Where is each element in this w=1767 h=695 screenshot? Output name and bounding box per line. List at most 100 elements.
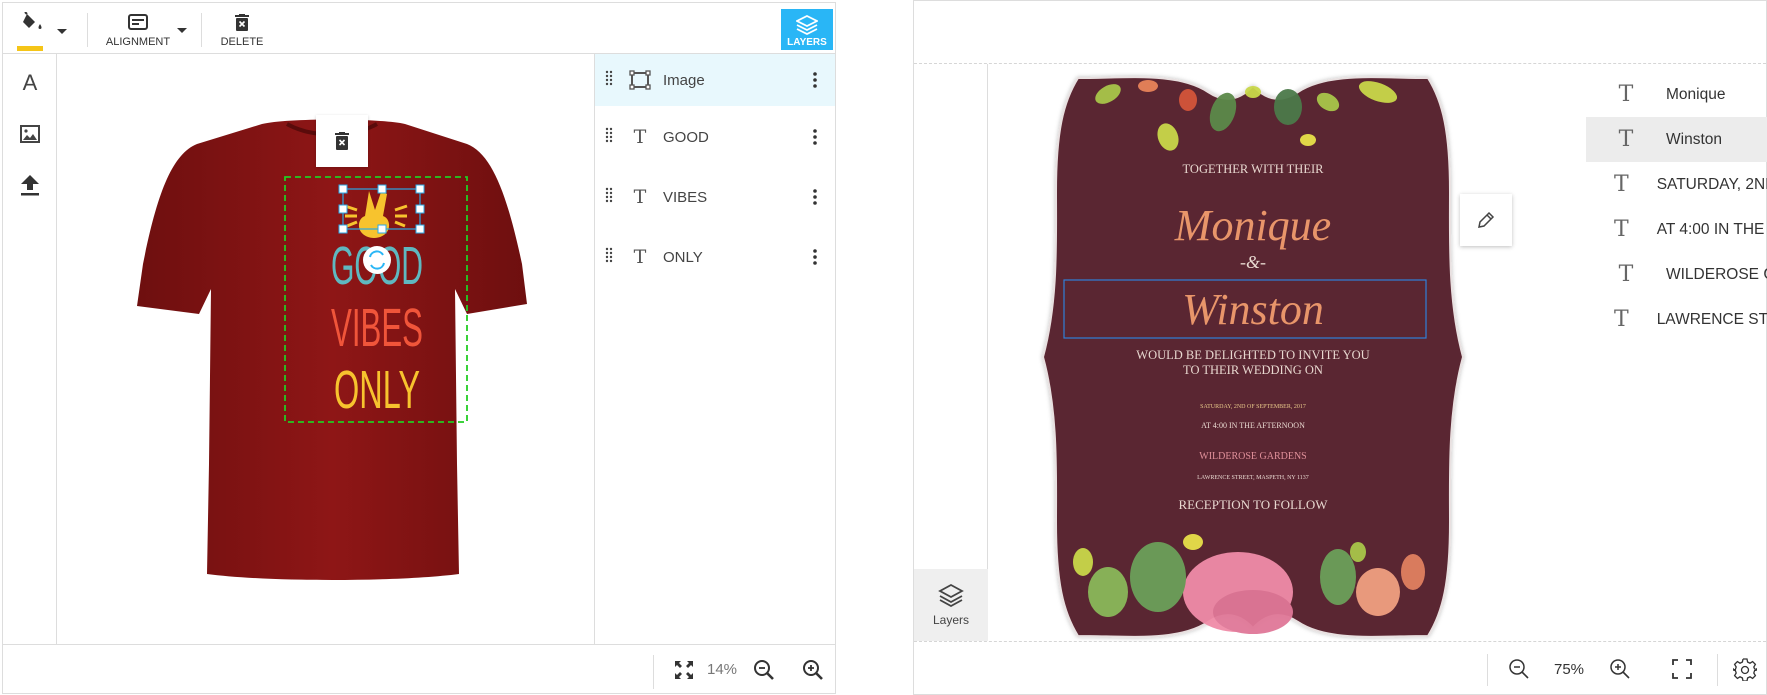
fill-color-swatch [17, 46, 43, 51]
zoom-out-button[interactable] [1506, 656, 1532, 682]
upload-button[interactable] [15, 170, 45, 200]
delete-label: DELETE [220, 36, 264, 48]
text-layer-icon: T [1618, 262, 1634, 287]
text-layer-icon: T [1614, 217, 1629, 242]
design-text-only: ONLY [334, 360, 420, 420]
image-icon [20, 125, 40, 143]
design-canvas[interactable]: TOGETHER WITH THEIR Monique -&- Winston … [988, 64, 1767, 641]
layer-row[interactable]: T Winston [1586, 117, 1767, 162]
layers-button[interactable]: Layers [914, 569, 988, 641]
alignment-button[interactable]: ALIGNMENT [103, 11, 187, 49]
card-text-invite-2: TO THEIR WEDDING ON [1183, 363, 1323, 377]
layer-row[interactable]: T AT 4:00 IN THE AFTERNO [1586, 207, 1767, 252]
divider [653, 655, 654, 689]
gear-icon [1733, 658, 1757, 681]
rotate-handle [363, 246, 391, 274]
trash-icon [335, 132, 349, 150]
layer-name: Winston [1666, 130, 1722, 148]
card-text-intro: TOGETHER WITH THEIR [1183, 162, 1325, 176]
divider [1487, 654, 1488, 686]
layer-row[interactable]: T Monique [1586, 72, 1767, 117]
drag-handle-icon[interactable] [605, 70, 615, 91]
more-options-icon[interactable] [805, 72, 825, 88]
text-layer-icon: T [1618, 127, 1634, 152]
layer-name: SATURDAY, 2ND OF SEPT [1656, 175, 1767, 193]
fullscreen-icon [1672, 659, 1692, 679]
layer-name: VIBES [663, 188, 708, 206]
toolbar: ALIGNMENT DELETE LAYERS [3, 3, 835, 54]
design-text-vibes: VIBES [331, 298, 423, 358]
more-options-icon[interactable] [805, 249, 825, 265]
fill-color-button[interactable] [15, 10, 75, 51]
text-layer-icon: T [633, 126, 647, 148]
tshirt-mockup: GOOD VIBES ONLY [137, 119, 527, 580]
delete-element-button[interactable] [316, 115, 368, 167]
settings-button[interactable] [1732, 656, 1758, 682]
invitation-editor: Layers TOGETHER WITH THEIR Monique -&- W… [913, 0, 1767, 695]
layers-icon [938, 583, 964, 607]
fit-to-screen-button[interactable] [671, 657, 697, 683]
edit-text-button[interactable] [1460, 194, 1512, 246]
tshirt-editor: ALIGNMENT DELETE LAYERS A VIBES ONLY Ima… [2, 2, 836, 694]
editor-header [914, 1, 1766, 64]
layer-row[interactable]: T SATURDAY, 2ND OF SEPT [1586, 162, 1767, 207]
zoom-in-button[interactable] [800, 657, 826, 683]
zoom-level: 14% [707, 661, 738, 678]
drag-handle-icon[interactable] [605, 187, 615, 208]
zoom-in-icon [1610, 659, 1630, 679]
layers-label: LAYERS [787, 37, 827, 48]
drag-handle-icon[interactable] [605, 127, 615, 148]
layer-name: Image [663, 71, 705, 89]
design-canvas[interactable]: GOOD VIBES ONLY [57, 54, 594, 644]
chevron-down-icon [177, 28, 187, 33]
divider [1717, 654, 1718, 686]
layers-panel: Image T GOOD T VIBES T ONLY [594, 54, 835, 644]
layer-name: Monique [1666, 85, 1726, 103]
expand-icon [675, 661, 693, 679]
layer-name: GOOD [663, 128, 709, 146]
text-icon: A [22, 70, 38, 95]
zoom-out-icon [1509, 659, 1529, 679]
add-image-button[interactable] [15, 119, 45, 149]
layer-row[interactable]: T VIBES [595, 171, 835, 223]
zoom-in-button[interactable] [1607, 656, 1633, 682]
alignment-label: ALIGNMENT [105, 36, 171, 48]
card-text-ampersand: -&- [1240, 252, 1266, 272]
layers-label: Layers [932, 613, 970, 627]
more-options-icon[interactable] [805, 189, 825, 205]
card-text-date: SATURDAY, 2ND OF SEPTEMBER, 2017 [1200, 404, 1306, 410]
paint-bucket-icon [23, 12, 42, 29]
card-text-name1: Monique [1174, 201, 1331, 250]
zoom-out-button[interactable] [751, 657, 777, 683]
card-text-invite-1: WOULD BE DELIGHTED TO INVITE YOU [1136, 348, 1369, 362]
fullscreen-button[interactable] [1669, 656, 1695, 682]
editor-sidebar: Layers [914, 64, 988, 641]
zoom-footer: 14% [3, 644, 835, 693]
card-text-address: LAWRENCE STREET, MASPETH, NY 1137 [1197, 475, 1309, 481]
divider [201, 13, 202, 47]
image-layer-icon [627, 70, 653, 90]
layer-name: LAWRENCE STREET. MAS [1656, 310, 1767, 328]
drag-handle-icon[interactable] [605, 247, 615, 268]
layer-row[interactable]: T ONLY [595, 231, 835, 283]
text-layer-icon: T [633, 246, 647, 268]
layers-toggle-button[interactable]: LAYERS [781, 9, 833, 50]
invitation-card: TOGETHER WITH THEIR Monique -&- Winston … [1041, 76, 1465, 638]
zoom-level: 75% [1554, 661, 1585, 678]
layer-row[interactable]: T WILDEROSE GARDENS [1586, 252, 1767, 297]
layers-icon [796, 15, 818, 35]
layer-row[interactable]: Image [595, 54, 835, 106]
layer-row[interactable]: T GOOD [595, 111, 835, 163]
delete-button[interactable]: DELETE [219, 11, 265, 49]
upload-icon [21, 175, 39, 196]
layer-name: WILDEROSE GARDENS [1666, 265, 1767, 283]
card-text-time: AT 4:00 IN THE AFTERNOON [1201, 421, 1305, 430]
add-text-button[interactable]: A [15, 68, 45, 98]
chevron-down-icon [57, 29, 67, 34]
divider [87, 13, 88, 47]
text-layer-icon: T [1614, 307, 1629, 332]
more-options-icon[interactable] [805, 129, 825, 145]
alignment-icon [128, 14, 148, 30]
layer-row[interactable]: T LAWRENCE STREET. MAS [1586, 297, 1767, 342]
pencil-icon [1478, 211, 1495, 228]
